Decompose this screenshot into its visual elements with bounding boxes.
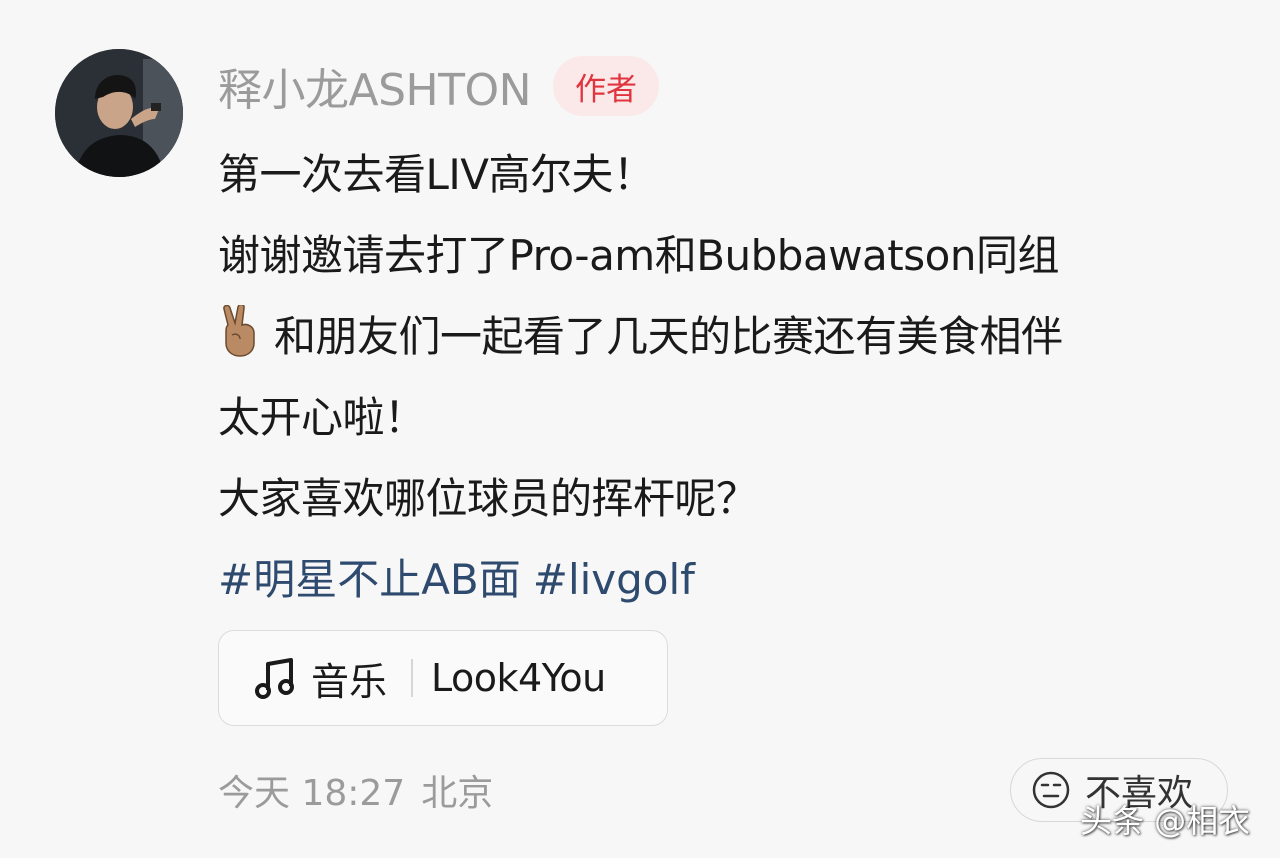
post-line: 谢谢邀请去打了Pro-am和Bubbawatson同组 [218, 231, 1059, 280]
avatar[interactable] [55, 49, 183, 177]
post-meta: 今天 18:27 北京 [218, 762, 509, 818]
music-divider [411, 659, 414, 697]
post-line-text: 和朋友们一起看了几天的比赛还有美食相伴 [274, 312, 1063, 361]
post-line: 第一次去看LIV高尔夫！ [218, 150, 655, 199]
hashtag-row: #明星不止AB面 #livgolf [218, 539, 1248, 620]
post-header: 释小龙ASHTON 作者 [218, 54, 660, 118]
comment-post: 释小龙ASHTON 作者 第一次去看LIV高尔夫！ 谢谢邀请去打了Pro-am和… [0, 0, 1280, 858]
post-line: 和朋友们一起看了几天的比赛还有美食相伴 [218, 296, 1248, 377]
victory-hand-icon [218, 302, 264, 383]
music-song-title: Look4You [431, 656, 606, 700]
watermark: 头条 @相衣 [1080, 802, 1251, 840]
avatar-portrait-icon [55, 49, 183, 177]
author-name[interactable]: 释小龙ASHTON [218, 54, 532, 118]
post-location: 北京 [421, 773, 494, 814]
music-card[interactable]: 音乐 Look4You [218, 630, 668, 726]
music-note-icon [255, 658, 294, 699]
neutral-face-icon [1032, 771, 1070, 809]
music-label: 音乐 [311, 659, 388, 704]
post-line: 大家喜欢哪位球员的挥杆呢？ [218, 474, 758, 523]
hashtag-link[interactable]: #明星不止AB面 [218, 555, 521, 604]
post-content: 第一次去看LIV高尔夫！ 谢谢邀请去打了Pro-am和Bubbawatson同组… [218, 134, 1248, 620]
hashtag-link[interactable]: #livgolf [533, 555, 695, 604]
post-timestamp: 今天 18:27 [218, 773, 406, 814]
author-badge: 作者 [553, 56, 660, 116]
post-line: 太开心啦！ [218, 393, 426, 442]
